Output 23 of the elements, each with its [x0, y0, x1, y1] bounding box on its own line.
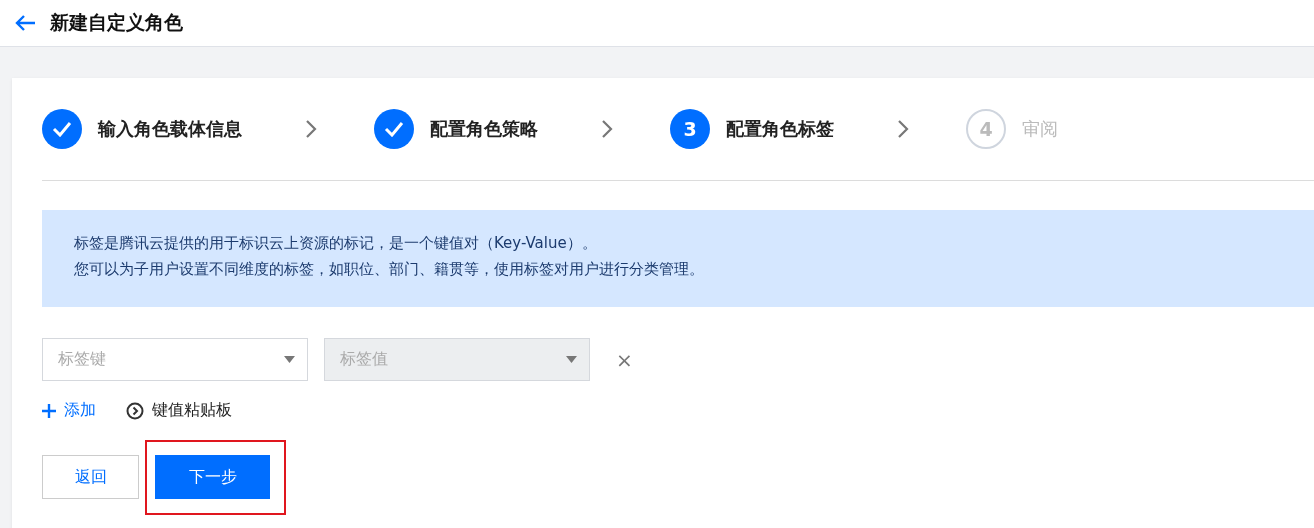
circle-chevron-icon	[126, 401, 144, 420]
page-title: 新建自定义角色	[50, 10, 183, 35]
step-label: 配置角色策略	[430, 117, 538, 141]
chevron-icon	[305, 119, 317, 139]
caret-icon	[566, 356, 577, 363]
chevron-icon	[897, 119, 909, 139]
back-button[interactable]: 返回	[42, 455, 139, 499]
tag-key-select[interactable]: 标签键	[42, 338, 308, 381]
caret-icon	[284, 356, 295, 363]
add-link[interactable]: 添加	[42, 400, 96, 421]
notice-text: 标签是腾讯云提供的用于标识云上资源的标记，是一个键值对（Key-Value）。	[74, 233, 597, 254]
step-label: 审阅	[1022, 117, 1058, 141]
step-label: 配置角色标签	[726, 117, 834, 141]
remove-icon[interactable]: ×	[616, 347, 633, 372]
step-number: 4	[966, 109, 1006, 149]
step-number: 3	[670, 109, 710, 149]
chevron-icon	[601, 119, 613, 139]
notice-text: 您可以为子用户设置不同维度的标签，如职位、部门、籍贯等，使用标签对用户进行分类管理。	[74, 259, 704, 280]
clipboard-link[interactable]: 键值粘贴板	[126, 400, 232, 421]
plus-icon	[42, 403, 56, 418]
step-label: 输入角色载体信息	[98, 117, 242, 141]
next-button[interactable]: 下一步	[155, 455, 270, 499]
back-arrow-icon[interactable]	[14, 14, 36, 32]
